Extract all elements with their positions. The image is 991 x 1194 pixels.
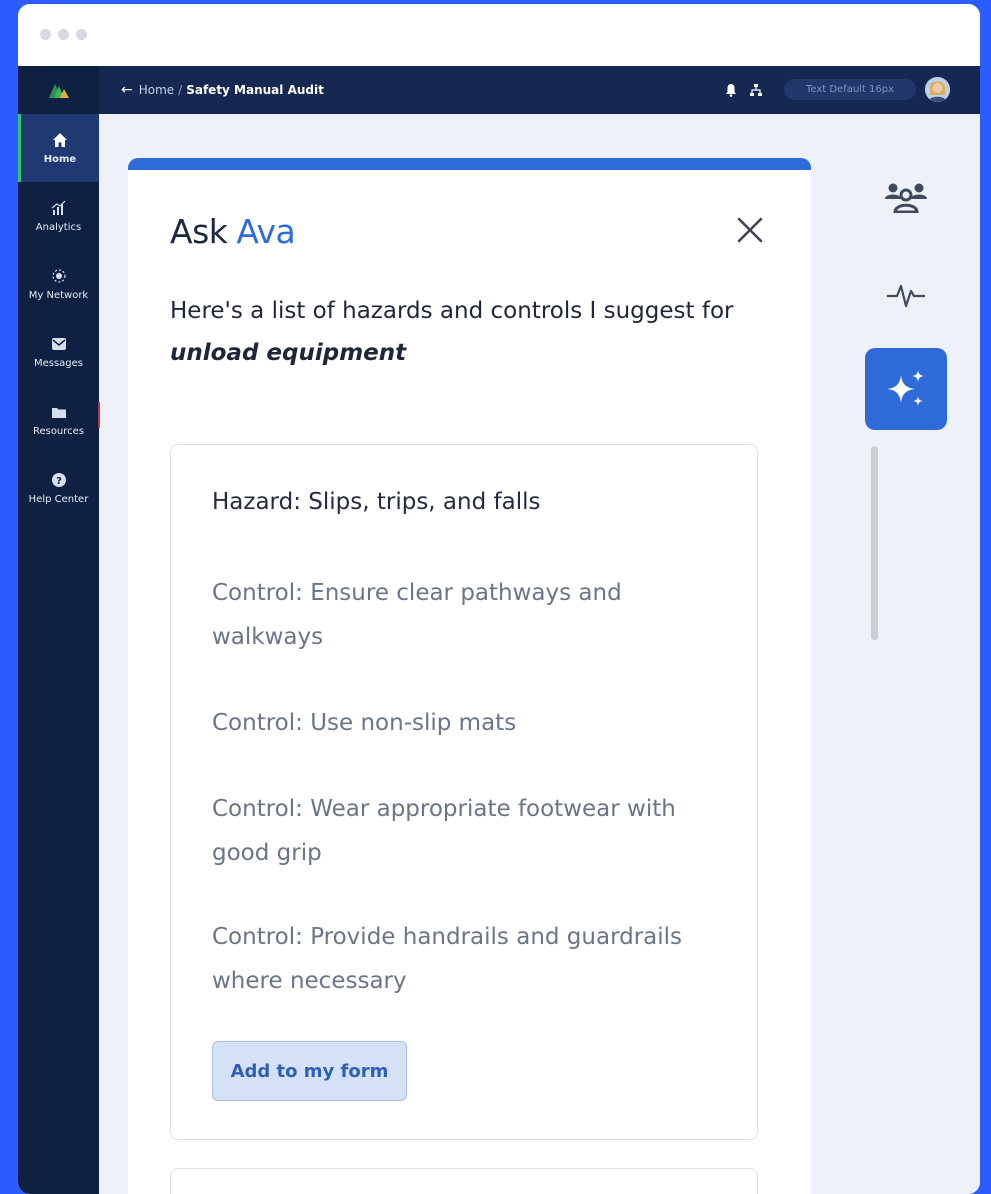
sidebar-item-home[interactable]: Home <box>18 114 99 182</box>
window-dot <box>40 29 51 40</box>
svg-text:?: ? <box>56 476 62 487</box>
bell-icon[interactable] <box>721 80 741 100</box>
sidebar-item-messages[interactable]: Messages <box>18 318 99 386</box>
avatar[interactable] <box>925 77 950 102</box>
sparkle-icon <box>887 370 924 406</box>
ai-sparkle-button[interactable] <box>865 348 947 430</box>
window-dot <box>76 29 87 40</box>
folder-icon <box>50 403 68 421</box>
card-scrollbar-thumb[interactable] <box>871 446 878 640</box>
hazard-title: Hazard: Slips, trips, and falls <box>212 489 541 515</box>
panel-title: Ask Ava <box>170 212 296 251</box>
sidebar-item-label: Help Center <box>28 494 89 505</box>
breadcrumb: ← Home / Safety Manual Audit <box>121 66 324 114</box>
ask-ava-panel: Ask Ava Here's a list of hazards and cont… <box>128 170 878 1194</box>
hazard-card: Hazard: Slips, trips, and falls Control:… <box>170 444 758 1140</box>
app-window: Home Analytics My Network Messages Resou… <box>18 4 980 1194</box>
org-chart-icon[interactable] <box>746 80 766 100</box>
team-icon[interactable] <box>865 156 947 238</box>
sidebar: Home Analytics My Network Messages Resou… <box>18 66 100 1194</box>
panel-accent-bar <box>128 158 811 170</box>
sidebar-item-label: Resources <box>32 426 85 437</box>
home-icon <box>51 131 69 149</box>
window-dot <box>58 29 69 40</box>
sidebar-marker <box>98 402 100 428</box>
next-hazard-card <box>170 1168 758 1194</box>
text-size-toggle[interactable]: Text Default 16px <box>784 79 916 100</box>
intro-text: Here's a list of hazards and controls I … <box>170 290 770 374</box>
help-icon: ? <box>50 471 68 489</box>
sidebar-item-label: Analytics <box>35 222 82 233</box>
sidebar-item-my-network[interactable]: My Network <box>18 250 99 318</box>
add-to-form-button[interactable]: Add to my form <box>212 1041 407 1101</box>
top-bar: ← Home / Safety Manual Audit Text Defaul… <box>99 66 980 114</box>
sidebar-item-help-center[interactable]: ? Help Center <box>18 454 99 522</box>
breadcrumb-home-link[interactable]: Home <box>139 83 174 97</box>
task-name: unload equipment <box>170 340 407 366</box>
control-item: Control: Use non-slip mats <box>212 710 517 736</box>
panel-title-prefix: Ask <box>170 212 228 251</box>
analytics-icon <box>50 199 68 217</box>
network-icon <box>50 267 68 285</box>
app-area: Home Analytics My Network Messages Resou… <box>18 66 980 1194</box>
breadcrumb-separator: / <box>178 83 183 97</box>
control-item: Control: Wear appropriate footwear with … <box>212 796 676 866</box>
mail-icon <box>50 335 68 353</box>
sidebar-item-resources[interactable]: Resources <box>18 386 99 454</box>
close-button[interactable] <box>730 210 770 250</box>
close-icon <box>737 217 763 243</box>
window-chrome <box>18 4 980 66</box>
control-item: Control: Ensure clear pathways and walkw… <box>212 580 622 650</box>
panel-title-name: Ava <box>236 212 296 251</box>
sidebar-item-label: Home <box>43 154 77 165</box>
control-item: Control: Provide handrails and guardrail… <box>212 924 683 994</box>
intro-sentence: Here's a list of hazards and controls I … <box>170 298 734 324</box>
activity-pulse-icon[interactable] <box>865 254 947 336</box>
sidebar-item-analytics[interactable]: Analytics <box>18 182 99 250</box>
sidebar-item-label: My Network <box>28 290 89 301</box>
brand-logo-icon[interactable] <box>18 66 99 114</box>
sidebar-item-label: Messages <box>33 358 84 369</box>
back-arrow-icon[interactable]: ← <box>121 82 133 98</box>
breadcrumb-current: Safety Manual Audit <box>186 83 324 97</box>
